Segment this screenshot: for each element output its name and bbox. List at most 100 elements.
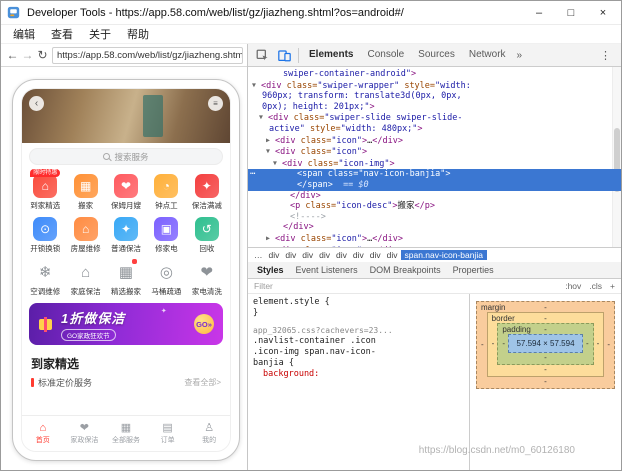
menu-item[interactable]: 帮助 xyxy=(119,26,157,42)
grid-item[interactable]: ⌂房屋维修 xyxy=(65,212,105,255)
breadcrumb-item-selected[interactable]: span.nav-icon-banjia xyxy=(401,250,487,260)
menu-item[interactable]: 编辑 xyxy=(5,26,43,42)
box-model-border[interactable]: border - - padding - xyxy=(487,312,605,377)
tree-line[interactable]: active" style="width: 480px;"> xyxy=(248,124,621,135)
header-action-icon[interactable]: ≡ xyxy=(208,96,223,111)
minimize-button[interactable]: – xyxy=(523,2,555,24)
css-selector[interactable]: .icon-img span.nav-icon- xyxy=(253,347,464,358)
tree-line[interactable]: …<span class="nav-icon-banjia"> xyxy=(248,169,621,180)
device-toolbar-icon[interactable] xyxy=(273,46,295,65)
breadcrumb-item[interactable]: div xyxy=(282,250,299,260)
breadcrumb-item[interactable]: div xyxy=(333,250,350,260)
collapsed-arrow-icon[interactable]: ▶ xyxy=(266,135,275,146)
tree-line[interactable]: </span> == $0 xyxy=(248,180,621,191)
view-all-link[interactable]: 查看全部> xyxy=(184,377,221,388)
grid-item[interactable]: ✦保洁满减 xyxy=(187,169,227,212)
devtools-tab-network[interactable]: Network xyxy=(462,44,513,66)
more-menu-icon[interactable]: ⋮ xyxy=(593,49,618,62)
expanded-arrow-icon[interactable]: ▼ xyxy=(259,112,268,123)
expanded-arrow-icon[interactable]: ▼ xyxy=(273,158,282,169)
tree-line[interactable]: 0px); height: 201px;"> xyxy=(248,102,621,113)
forward-icon[interactable]: → xyxy=(20,48,35,62)
grid-item[interactable]: ◎马桶疏通 xyxy=(146,255,186,298)
expanded-arrow-icon[interactable]: ▼ xyxy=(252,80,261,91)
styles-tab-dom-breakpoints[interactable]: DOM Breakpoints xyxy=(364,265,447,275)
tab-item[interactable]: ❤家政保洁 xyxy=(64,422,106,445)
tree-line[interactable]: ▼<div class="icon-img"> xyxy=(248,158,621,170)
back-circle-icon[interactable]: ‹ xyxy=(29,96,44,111)
margin-left-value[interactable]: - xyxy=(481,340,484,349)
tab-item[interactable]: ▦全部服务 xyxy=(105,422,147,445)
box-model-padding[interactable]: padding - - 57.594 × 57.594 - xyxy=(497,323,593,365)
devtools-tab-sources[interactable]: Sources xyxy=(411,44,462,66)
devtools-tab-elements[interactable]: Elements xyxy=(302,44,360,66)
breadcrumb-item[interactable]: div xyxy=(266,250,283,260)
close-button[interactable]: × xyxy=(587,2,619,24)
more-actions-icon[interactable]: … xyxy=(250,167,255,178)
title-bar[interactable]: Developer Tools - https://app.58.com/web… xyxy=(1,1,621,25)
padding-bottom-value[interactable]: - xyxy=(544,353,547,362)
margin-bottom-value[interactable]: - xyxy=(544,377,547,386)
back-icon[interactable]: ← xyxy=(5,48,20,62)
expanded-arrow-icon[interactable]: ▼ xyxy=(266,146,275,157)
css-selector[interactable]: } xyxy=(253,308,464,319)
border-left-value[interactable]: - xyxy=(492,339,495,348)
tab-item[interactable]: ▤订单 xyxy=(147,422,189,445)
collapsed-arrow-icon[interactable]: ▶ xyxy=(266,233,275,244)
banner-go-button[interactable]: GO» xyxy=(194,314,214,334)
border-right-value[interactable]: - xyxy=(597,339,600,348)
grid-item[interactable]: ◔钟点工 xyxy=(146,169,186,212)
breadcrumb-item[interactable]: div xyxy=(350,250,367,260)
tree-line[interactable]: </div> xyxy=(248,222,621,233)
grid-item[interactable]: ↺回收 xyxy=(187,212,227,255)
grid-item[interactable]: ▦精选搬家 xyxy=(106,255,146,298)
breadcrumb-item[interactable]: div xyxy=(299,250,316,260)
css-selector[interactable]: element.style { xyxy=(253,297,464,308)
styles-tab-properties[interactable]: Properties xyxy=(447,265,500,275)
collapsed-arrow-icon[interactable]: ▶ xyxy=(266,245,275,247)
tree-line[interactable]: ▼<div class="icon"> xyxy=(248,146,621,158)
box-model-content[interactable]: 57.594 × 57.594 xyxy=(508,334,583,353)
tree-line[interactable]: swiper-container-android"> xyxy=(248,69,621,80)
padding-right-value[interactable]: - xyxy=(586,339,589,348)
menu-item[interactable]: 关于 xyxy=(81,26,119,42)
inspect-icon[interactable] xyxy=(251,46,273,65)
tree-line[interactable]: 960px; transform: translate3d(0px, 0px, xyxy=(248,91,621,102)
breadcrumb-item[interactable]: div xyxy=(367,250,384,260)
grid-item[interactable]: ❤家电清洗 xyxy=(187,255,227,298)
box-model-margin[interactable]: margin - - border - - xyxy=(476,301,615,389)
reload-icon[interactable]: ↻ xyxy=(35,48,50,62)
css-selector[interactable]: .navlist-container .icon xyxy=(253,336,464,347)
promo-banner[interactable]: 1折做保洁 GO家政狂欢节 ✦ GO» xyxy=(29,303,223,345)
breadcrumb-item[interactable]: div xyxy=(384,250,401,260)
grid-item[interactable]: ▦搬家 xyxy=(65,169,105,212)
grid-item[interactable]: ✦普通保洁 xyxy=(106,212,146,255)
tree-line[interactable]: </div> xyxy=(248,191,621,202)
filter-option[interactable]: :hov xyxy=(565,281,581,291)
tree-line[interactable]: ▼<div class="swiper-slide swiper-slide- xyxy=(248,112,621,124)
styles-tab-styles[interactable]: Styles xyxy=(251,265,290,275)
tree-line[interactable]: ▶<div class="icon">…</div> xyxy=(248,135,621,147)
css-selector[interactable]: banjia { xyxy=(253,358,464,369)
devtools-tab-console[interactable]: Console xyxy=(360,44,411,66)
padding-left-value[interactable]: - xyxy=(502,339,505,348)
grid-item[interactable]: ⊙开锁换锁 xyxy=(25,212,65,255)
stylesheet-link[interactable]: app_32065.css?cachevers=23... xyxy=(253,325,464,336)
filter-option[interactable]: + xyxy=(610,281,615,291)
filter-input[interactable]: Filter xyxy=(254,281,557,291)
filter-option[interactable]: .cls xyxy=(589,281,602,291)
tree-line[interactable]: ▼<div class="swiper-wrapper" style="widt… xyxy=(248,80,621,92)
tree-line[interactable]: ▶<div class="icon">…</div> xyxy=(248,233,621,245)
breadcrumb-item[interactable]: div xyxy=(316,250,333,260)
grid-item[interactable]: ⌂家庭保洁 xyxy=(65,255,105,298)
address-bar[interactable]: https://app.58.com/web/list/gz/jiazheng.… xyxy=(52,47,243,64)
styles-tab-event-listeners[interactable]: Event Listeners xyxy=(290,265,364,275)
search-bar[interactable]: 搜索服务 xyxy=(29,148,223,165)
breadcrumb-item[interactable]: … xyxy=(251,250,266,260)
tree-line[interactable]: <!----> xyxy=(248,212,621,223)
grid-item[interactable]: ▣修家电 xyxy=(146,212,186,255)
tab-item[interactable]: ♙我的 xyxy=(188,422,230,445)
maximize-button[interactable]: □ xyxy=(555,2,587,24)
menu-item[interactable]: 查看 xyxy=(43,26,81,42)
border-bottom-value[interactable]: - xyxy=(544,365,547,374)
